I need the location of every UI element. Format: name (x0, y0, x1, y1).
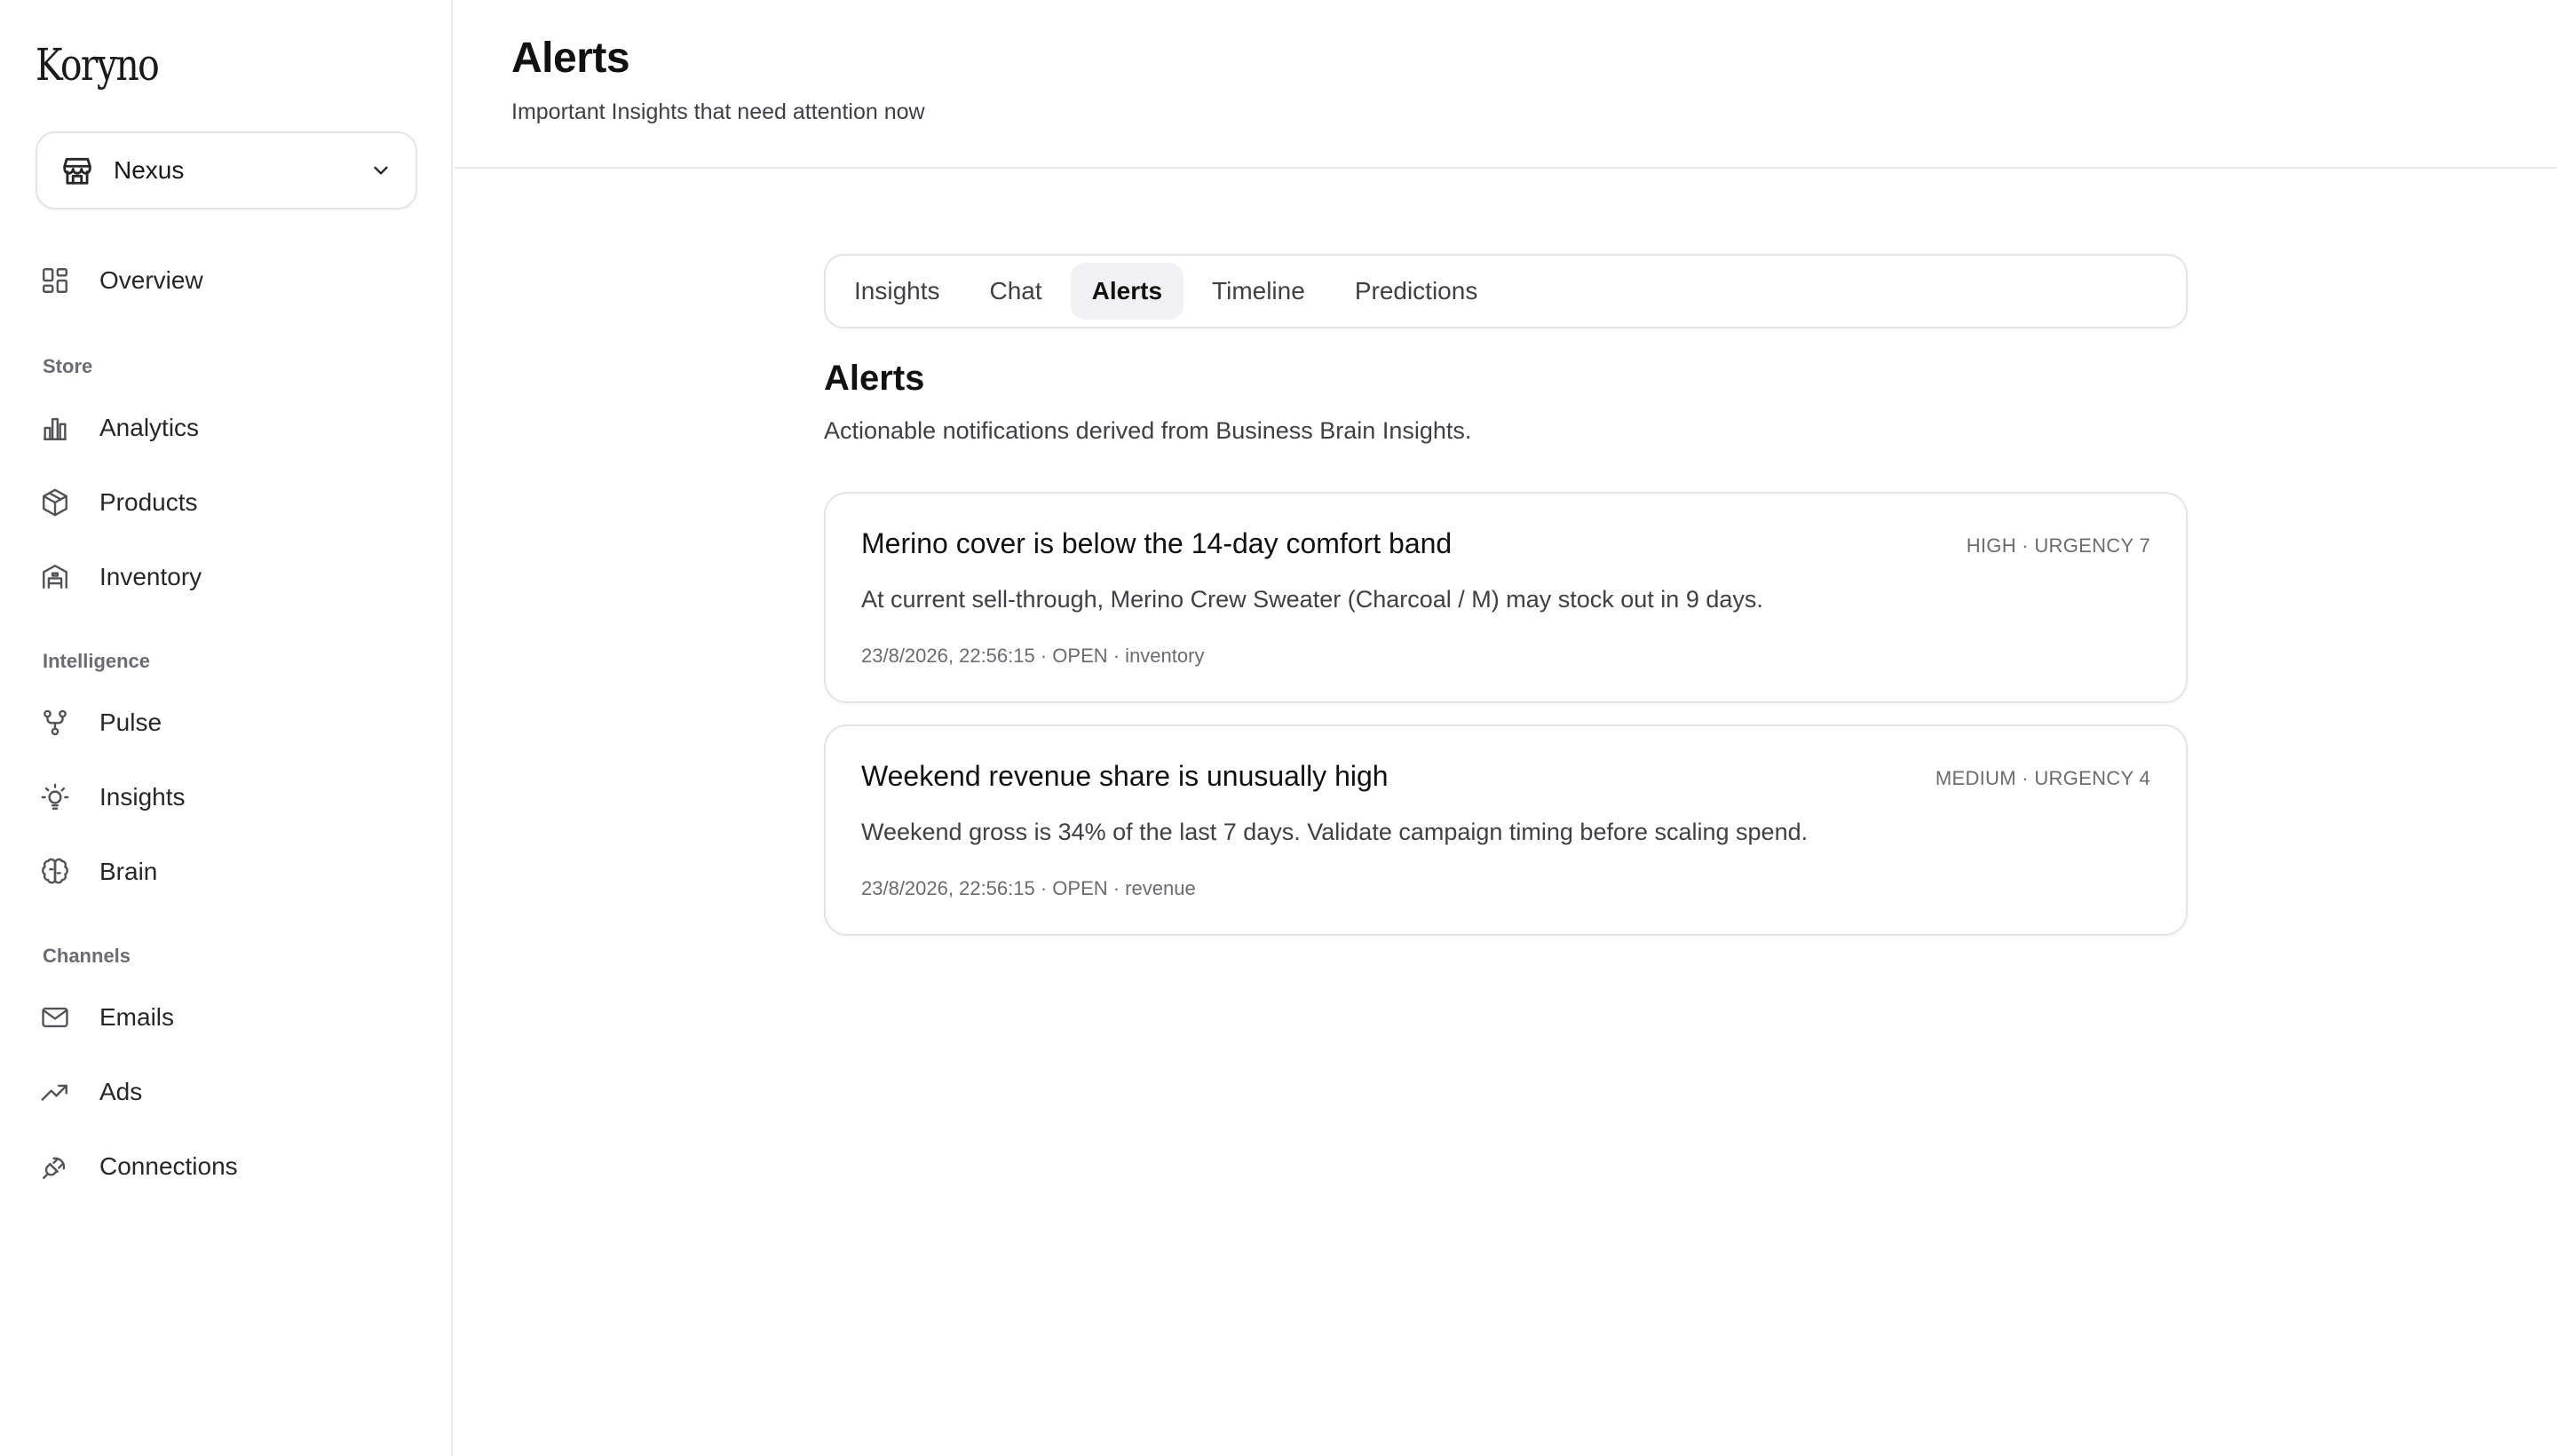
alert-severity: HIGH · URGENCY 7 (1966, 534, 2150, 557)
alert-body: Weekend gross is 34% of the last 7 days.… (861, 819, 1809, 845)
alert-title: Weekend revenue share is unusually high (861, 760, 1389, 792)
sidebar-item-analytics[interactable]: Analytics (39, 401, 412, 455)
page-header: Alerts Important Insights that need atte… (455, 0, 2557, 169)
store-selector[interactable]: Nexus (36, 131, 417, 210)
alerts-section-title: Alerts (824, 359, 925, 398)
package-icon (39, 487, 71, 518)
alert-body: At current sell-through, Merino Crew Swe… (861, 586, 1763, 613)
sidebar-item-ads[interactable]: Ads (39, 1065, 412, 1119)
mail-icon (39, 1001, 71, 1033)
sidebar-item-brain[interactable]: Brain (39, 845, 412, 898)
sidebar-item-label: Insights (99, 783, 186, 811)
sidebar-item-label: Connections (99, 1152, 238, 1180)
app-root: Koryno Nexus Overview Store Analytics Pr… (0, 0, 2557, 1456)
sidebar-item-products[interactable]: Products (39, 476, 412, 529)
brain-icon (39, 856, 71, 888)
sidebar-item-label: Overview (99, 266, 203, 294)
sidebar-item-pulse[interactable]: Pulse (39, 696, 412, 749)
page-subtitle: Important Insights that need attention n… (511, 99, 925, 124)
chevron-down-icon (369, 159, 392, 182)
alert-footer: 23/8/2026, 22:56:15 · OPEN · inventory (861, 645, 1205, 667)
tab-alerts[interactable]: Alerts (1070, 263, 1184, 320)
sidebar-item-label: Ads (99, 1078, 143, 1105)
sidebar-item-emails[interactable]: Emails (39, 991, 412, 1044)
sidebar-item-insights[interactable]: Insights (39, 771, 412, 824)
section-label-channels: Channels (43, 945, 131, 967)
plug-icon (39, 1151, 71, 1183)
trending-up-icon (39, 1076, 71, 1108)
alert-footer: 23/8/2026, 22:56:15 · OPEN · revenue (861, 877, 1196, 899)
main-content: Alerts Important Insights that need atte… (455, 0, 2557, 1456)
layout-grid-icon (39, 265, 71, 297)
sidebar-item-connections[interactable]: Connections (39, 1140, 412, 1193)
git-fork-icon (39, 707, 71, 739)
section-label-store: Store (43, 355, 93, 377)
section-label-intelligence: Intelligence (43, 650, 151, 672)
sidebar-item-label: Analytics (99, 414, 200, 441)
tab-chat[interactable]: Chat (969, 263, 1064, 320)
sidebar-item-overview[interactable]: Overview (39, 254, 412, 307)
store-icon (60, 154, 94, 187)
tab-bar: Insights Chat Alerts Timeline Prediction… (824, 254, 2188, 328)
sidebar: Koryno Nexus Overview Store Analytics Pr… (0, 0, 453, 1456)
lightbulb-icon (39, 781, 71, 813)
brand-logo[interactable]: Koryno (36, 39, 160, 91)
sidebar-item-label: Inventory (99, 563, 202, 590)
alert-card[interactable]: Merino cover is below the 14-day comfort… (824, 492, 2188, 703)
sidebar-item-label: Emails (99, 1003, 175, 1031)
page-title: Alerts (511, 35, 630, 82)
alert-card[interactable]: Weekend revenue share is unusually high … (824, 724, 2188, 936)
alert-severity: MEDIUM · URGENCY 4 (1935, 767, 2150, 789)
tab-insights[interactable]: Insights (833, 263, 962, 320)
alerts-section-description: Actionable notifications derived from Bu… (824, 417, 1472, 444)
sidebar-item-label: Brain (99, 858, 158, 885)
sidebar-item-label: Products (99, 488, 198, 516)
tab-timeline[interactable]: Timeline (1191, 263, 1326, 320)
warehouse-icon (39, 561, 71, 593)
bar-chart-icon (39, 412, 71, 444)
alert-title: Merino cover is below the 14-day comfort… (861, 527, 1453, 559)
tab-predictions[interactable]: Predictions (1334, 263, 1500, 320)
sidebar-item-label: Pulse (99, 708, 162, 736)
sidebar-item-inventory[interactable]: Inventory (39, 550, 412, 604)
store-name: Nexus (114, 156, 185, 184)
